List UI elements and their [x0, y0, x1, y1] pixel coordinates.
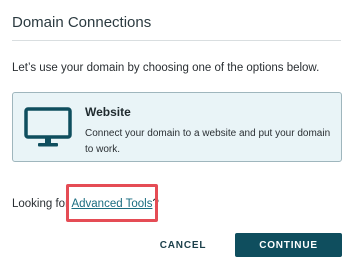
looking-prefix: Looking for [12, 198, 72, 210]
title-divider [12, 40, 341, 41]
cancel-button[interactable]: CANCEL [150, 233, 216, 257]
looking-suffix: ? [152, 198, 159, 210]
monitor-icon [24, 107, 74, 149]
website-option-card[interactable]: Website Connect your domain to a website… [12, 92, 342, 162]
option-description: Connect your domain to a website and put… [85, 128, 331, 155]
advanced-tools-prompt: Looking for Advanced Tools? [12, 198, 159, 210]
intro-text: Let’s use your domain by choosing one of… [12, 62, 320, 74]
option-title: Website [85, 105, 131, 119]
dialog-title: Domain Connections [12, 14, 152, 31]
continue-button[interactable]: CONTINUE [235, 233, 342, 257]
advanced-tools-link[interactable]: Advanced Tools [71, 198, 152, 210]
